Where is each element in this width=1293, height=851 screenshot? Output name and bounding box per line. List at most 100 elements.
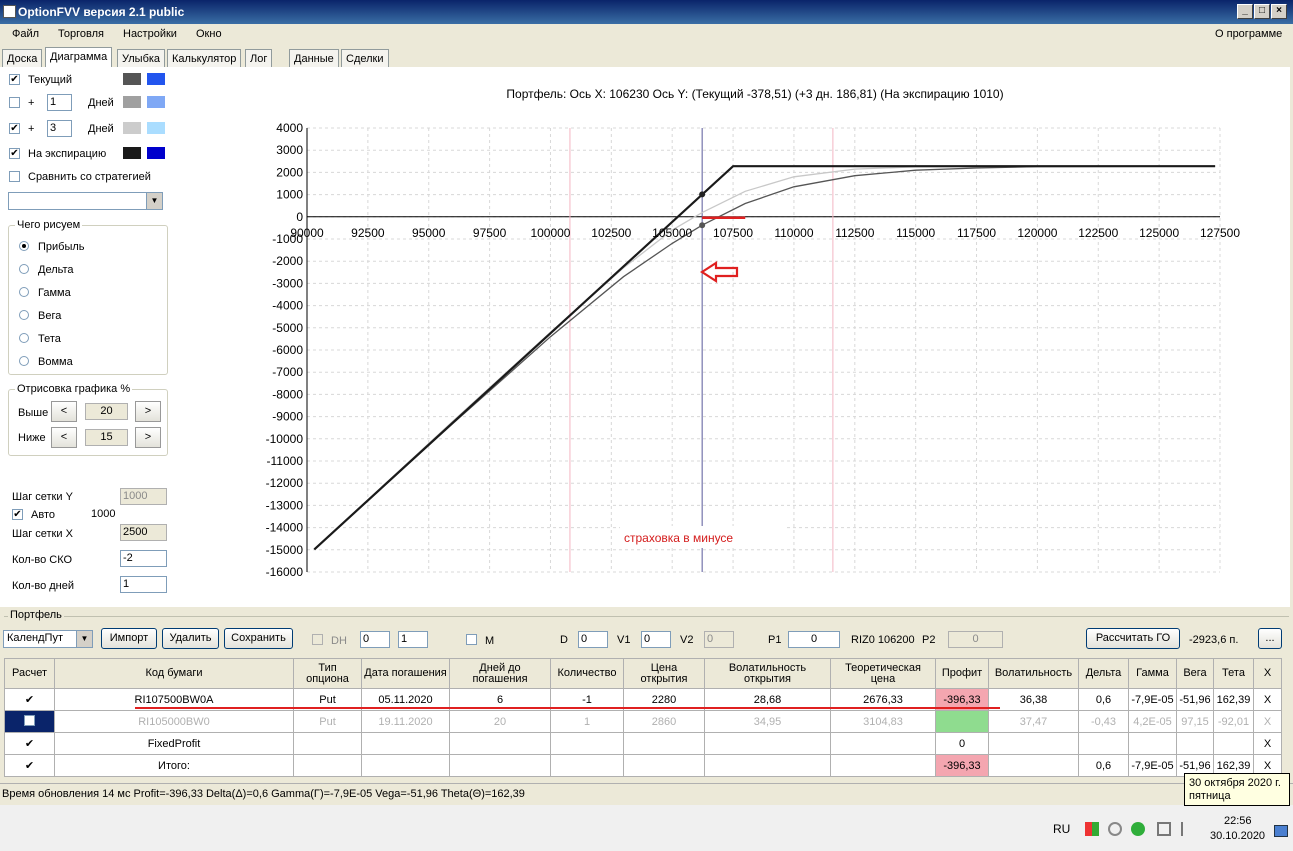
remove-row-button[interactable]: X <box>1253 688 1282 711</box>
import-button[interactable]: Импорт <box>101 628 157 649</box>
days1-blue-swatch[interactable] <box>147 96 165 108</box>
calc-go-button[interactable]: Рассчитать ГО <box>1086 628 1180 649</box>
remove-row-button[interactable]: X <box>1253 710 1282 733</box>
dh-checkbox[interactable] <box>312 634 323 645</box>
col-expiry[interactable]: Дата погашения <box>361 658 450 689</box>
calc-checkbox[interactable]: ✔ <box>4 688 55 711</box>
col-type[interactable]: Тип опциона <box>293 658 362 689</box>
col-theta[interactable]: Тета <box>1213 658 1254 689</box>
m-checkbox[interactable] <box>466 634 477 645</box>
expiry-blue-swatch[interactable] <box>147 147 165 159</box>
days3-blue-swatch[interactable] <box>147 122 165 134</box>
menu-window[interactable]: Окно <box>196 28 222 40</box>
tab-data[interactable]: Данные <box>289 49 339 67</box>
save-button[interactable]: Сохранить <box>224 628 293 649</box>
tab-smile[interactable]: Улыбка <box>117 49 166 67</box>
expiry-dark-swatch[interactable] <box>123 147 141 159</box>
days3-checkbox[interactable]: ✔ <box>9 123 20 134</box>
days1-checkbox[interactable] <box>9 97 20 108</box>
more-button[interactable]: ... <box>1258 628 1282 649</box>
flag-icon[interactable] <box>1181 822 1195 836</box>
days1-dark-swatch[interactable] <box>123 96 141 108</box>
grid-x-input[interactable]: 2500 <box>120 524 167 541</box>
col-remove[interactable]: X <box>1253 658 1282 689</box>
col-calc[interactable]: Расчет <box>4 658 55 689</box>
above-decrease-button[interactable]: < <box>51 401 77 422</box>
calc-checkbox[interactable] <box>4 710 55 733</box>
show-desktop-icon[interactable] <box>1274 825 1288 837</box>
remove-row-button[interactable]: X <box>1253 732 1282 755</box>
volume-icon[interactable] <box>1108 822 1122 836</box>
radio-vomma[interactable] <box>19 356 29 366</box>
calc-checkbox-box[interactable] <box>24 714 35 726</box>
col-code[interactable]: Код бумаги <box>54 658 294 689</box>
delete-button[interactable]: Удалить <box>162 628 219 649</box>
d-input[interactable]: 0 <box>578 631 608 648</box>
menu-settings[interactable]: Настройки <box>123 28 177 40</box>
radio-theta[interactable] <box>19 333 29 343</box>
shield-check-icon[interactable] <box>1131 822 1145 836</box>
v1-input[interactable]: 0 <box>641 631 671 648</box>
tab-calculator[interactable]: Калькулятор <box>167 49 242 67</box>
dh-stepper-2[interactable]: 1 <box>398 631 428 648</box>
col-delta[interactable]: Дельта <box>1078 658 1129 689</box>
auto-checkbox[interactable]: ✔ <box>12 509 23 520</box>
col-vol[interactable]: Волатильность <box>988 658 1079 689</box>
menu-file[interactable]: Файл <box>12 28 39 40</box>
table-row[interactable]: ✔ Итого: -396,33 0,6 -7,9E-05 -51,96 162… <box>4 754 1282 777</box>
col-qty[interactable]: Количество <box>550 658 624 689</box>
language-indicator[interactable]: RU <box>1053 822 1070 836</box>
tray-app-icon[interactable] <box>1085 822 1099 836</box>
expiry-checkbox[interactable]: ✔ <box>9 148 20 159</box>
current-dark-swatch[interactable] <box>123 73 141 85</box>
below-increase-button[interactable]: > <box>135 427 161 448</box>
col-days[interactable]: Дней до погашения <box>449 658 551 689</box>
p2-input[interactable]: 0 <box>948 631 1003 648</box>
cell-qty[interactable]: 1 <box>550 710 624 733</box>
current-blue-swatch[interactable] <box>147 73 165 85</box>
cell-profit[interactable]: 0 <box>935 732 989 755</box>
maximize-button[interactable]: □ <box>1254 4 1270 19</box>
radio-gamma[interactable] <box>19 287 29 297</box>
calc-checkbox[interactable]: ✔ <box>4 754 55 777</box>
strategy-select[interactable]: КалендПут ▼ <box>3 630 93 648</box>
col-open-price[interactable]: Цена открытия <box>623 658 705 689</box>
col-vega[interactable]: Вега <box>1176 658 1214 689</box>
days3-input[interactable]: 3 <box>47 120 72 137</box>
col-gamma[interactable]: Гамма <box>1128 658 1177 689</box>
col-open-vol[interactable]: Волатильность открытия <box>704 658 831 689</box>
col-theor-price[interactable]: Теоретическая цена <box>830 658 936 689</box>
current-checkbox[interactable]: ✔ <box>9 74 20 85</box>
calc-checkbox[interactable]: ✔ <box>4 732 55 755</box>
above-increase-button[interactable]: > <box>135 401 161 422</box>
table-row[interactable]: RI105000BW0 Put 19.11.2020 20 1 2860 34,… <box>4 710 1282 733</box>
compare-checkbox[interactable] <box>9 171 20 182</box>
table-row[interactable]: ✔ FixedProfit 0 X <box>4 732 1282 755</box>
tab-board[interactable]: Доска <box>2 49 43 67</box>
days-count-input[interactable]: 1 <box>120 576 167 593</box>
network-icon[interactable] <box>1157 822 1171 836</box>
p1-input[interactable]: 0 <box>788 631 840 648</box>
days1-input[interactable]: 1 <box>47 94 72 111</box>
grid-y-input[interactable]: 1000 <box>120 488 167 505</box>
cell-open-price[interactable]: 2860 <box>623 710 705 733</box>
tab-diagram[interactable]: Диаграмма <box>45 47 113 68</box>
radio-delta[interactable] <box>19 264 29 274</box>
radio-vega[interactable] <box>19 310 29 320</box>
days3-dark-swatch[interactable] <box>123 122 141 134</box>
profit-chart[interactable]: Портфель: Ось X: 106230 Ось Y: (Текущий … <box>240 67 1290 607</box>
strategy-compare-select[interactable]: ▼ <box>8 192 163 210</box>
clock-time[interactable]: 22:56 <box>1224 815 1252 827</box>
v2-input[interactable]: 0 <box>704 631 734 648</box>
menu-trade[interactable]: Торговля <box>58 28 104 40</box>
tab-deals[interactable]: Сделки <box>341 49 389 67</box>
close-button[interactable]: × <box>1271 4 1287 19</box>
clock-date[interactable]: 30.10.2020 <box>1210 830 1265 842</box>
col-profit[interactable]: Профит <box>935 658 989 689</box>
dh-stepper-1[interactable]: 0 <box>360 631 390 648</box>
radio-profit[interactable] <box>19 241 29 251</box>
tab-log[interactable]: Лог <box>245 49 273 67</box>
sko-input[interactable]: -2 <box>120 550 167 567</box>
menu-about[interactable]: О программе <box>1215 28 1282 40</box>
below-decrease-button[interactable]: < <box>51 427 77 448</box>
